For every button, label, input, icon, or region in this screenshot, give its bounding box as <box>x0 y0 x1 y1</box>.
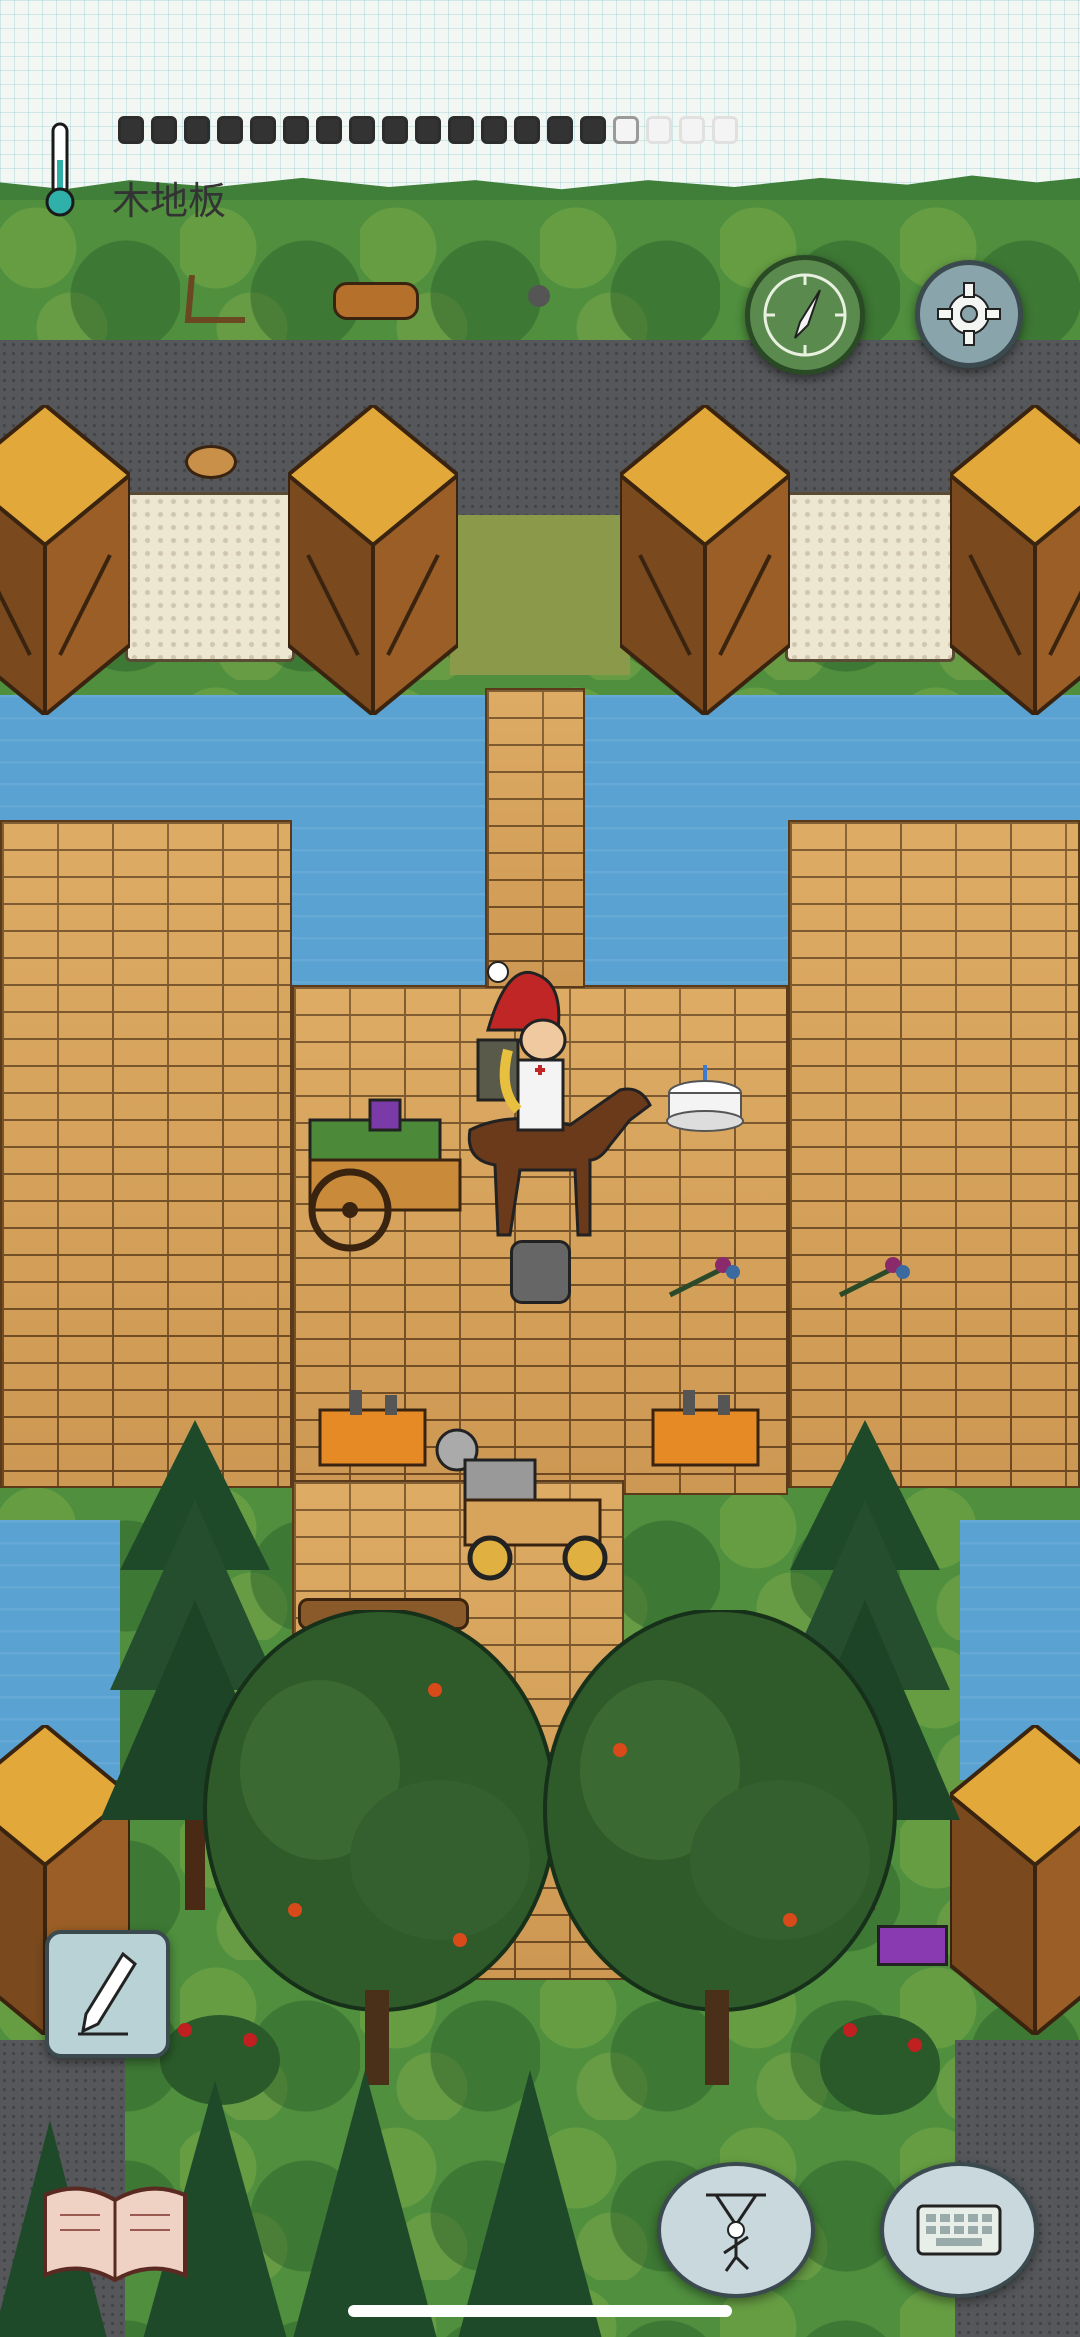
hunger-pip <box>415 116 441 144</box>
hunger-pip <box>118 116 144 144</box>
chat-button[interactable] <box>880 2162 1038 2298</box>
player-character[interactable] <box>468 960 588 1150</box>
hunger-pip <box>217 116 243 144</box>
grass-patch[interactable] <box>450 515 630 675</box>
wooden-floor-right-wing[interactable] <box>788 820 1080 1488</box>
basket-item[interactable] <box>185 445 237 479</box>
hunger-pip <box>151 116 177 144</box>
engine-cart[interactable] <box>435 1410 615 1585</box>
wooden-crate-6[interactable] <box>950 1725 1080 2035</box>
hunger-pip <box>679 116 705 144</box>
flower-bouquet-2[interactable] <box>835 1250 915 1300</box>
book-icon <box>43 2186 187 2283</box>
hunger-pip <box>448 116 474 144</box>
kerosene-jug[interactable] <box>510 1240 571 1304</box>
hunger-pip <box>580 116 606 144</box>
kiln-left[interactable] <box>315 1390 430 1475</box>
emote-button[interactable] <box>657 2162 815 2298</box>
pine-tree-4[interactable] <box>455 2070 605 2337</box>
adobe-wall-left[interactable] <box>125 492 295 662</box>
hunger-pip <box>382 116 408 144</box>
wooden-crate-3[interactable] <box>620 405 790 715</box>
gift-box[interactable] <box>877 1925 948 1966</box>
settings-button[interactable] <box>915 260 1023 368</box>
plank-bridge[interactable] <box>485 688 585 988</box>
hunger-pip <box>349 116 375 144</box>
hunger-pip <box>646 116 672 144</box>
hunger-pip <box>712 116 738 144</box>
home-indicator[interactable] <box>348 2305 732 2317</box>
rose-bush-right[interactable] <box>815 2000 945 2120</box>
puppet-emote-icon <box>706 2193 766 2272</box>
gear-icon <box>937 282 1001 346</box>
stone-item[interactable] <box>528 285 550 307</box>
hunger-pip <box>250 116 276 144</box>
hunger-pip <box>514 116 540 144</box>
kiln-right[interactable] <box>648 1390 763 1475</box>
wooden-crate-2[interactable] <box>288 405 458 715</box>
pine-tree-3[interactable] <box>290 2070 440 2337</box>
compass-button[interactable] <box>745 255 865 375</box>
wooden-crate-1[interactable] <box>0 405 130 715</box>
hunger-pip <box>316 116 342 144</box>
hunger-pip <box>613 116 639 144</box>
hunger-pip <box>547 116 573 144</box>
compass-icon <box>763 273 847 357</box>
hunger-pip <box>481 116 507 144</box>
hoe-item[interactable] <box>180 275 250 330</box>
hunger-meter <box>118 116 738 144</box>
birthday-cake[interactable] <box>665 1065 745 1135</box>
tech-tree-button[interactable] <box>40 2180 190 2290</box>
road-top[interactable] <box>0 340 1080 515</box>
hunger-pip <box>283 116 309 144</box>
log-item[interactable] <box>333 282 419 320</box>
tile-name-label: 木地板 <box>112 179 227 223</box>
flower-bouquet-1[interactable] <box>665 1250 745 1300</box>
note-button[interactable] <box>45 1930 170 2058</box>
adobe-wall-right[interactable] <box>785 492 955 662</box>
hunger-pip <box>184 116 210 144</box>
pencil-note-icon <box>77 1951 137 2036</box>
wooden-floor-left-wing[interactable] <box>0 820 292 1488</box>
thermometer-icon <box>45 122 75 217</box>
keyboard-chat-icon <box>916 2204 1002 2256</box>
wooden-crate-4[interactable] <box>950 405 1080 715</box>
